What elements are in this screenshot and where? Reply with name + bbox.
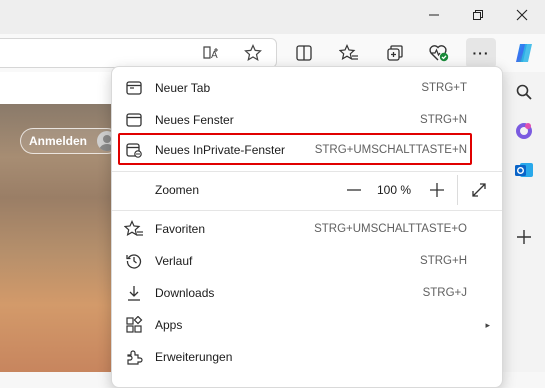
download-icon bbox=[124, 283, 144, 303]
highlight-box bbox=[118, 133, 472, 165]
menu-item-label: Verlauf bbox=[155, 254, 193, 268]
split-screen-icon bbox=[295, 44, 313, 62]
more-icon: ··· bbox=[472, 45, 490, 61]
menu-divider bbox=[112, 210, 502, 211]
favorites-icon bbox=[124, 219, 144, 239]
settings-menu: Neuer Tab STRG+T Neues Fenster STRG+N Ne… bbox=[111, 66, 503, 388]
menu-item-label: Zoomen bbox=[155, 182, 200, 197]
fullscreen-button[interactable] bbox=[467, 178, 491, 202]
favorite-star-icon bbox=[244, 44, 262, 62]
copilot-button[interactable] bbox=[509, 38, 539, 68]
add-icon bbox=[516, 229, 532, 250]
menu-item-label: Apps bbox=[155, 318, 183, 332]
menu-item-shortcut: STRG+H bbox=[420, 255, 467, 267]
signin-label: Anmelden bbox=[29, 134, 88, 148]
menu-item-shortcut: STRG+N bbox=[420, 114, 467, 126]
sidebar bbox=[500, 72, 545, 372]
shopping-icon bbox=[514, 121, 534, 146]
browser-essentials-button[interactable] bbox=[424, 38, 454, 68]
restore-icon bbox=[472, 8, 484, 26]
close-icon bbox=[516, 8, 528, 26]
menu-item-zoom: Zoomen 100 % bbox=[112, 173, 502, 206]
address-bar[interactable] bbox=[0, 38, 277, 68]
close-button[interactable] bbox=[500, 0, 544, 34]
more-button[interactable]: ··· bbox=[466, 38, 496, 68]
menu-item-shortcut: STRG+UMSCHALTTASTE+O bbox=[314, 223, 467, 235]
menu-item-label: Neuer Tab bbox=[155, 81, 211, 95]
split-screen-button[interactable] bbox=[289, 38, 319, 68]
collections-button[interactable] bbox=[380, 38, 410, 68]
outlook-icon bbox=[514, 160, 534, 185]
copilot-icon bbox=[513, 42, 535, 64]
zoom-in-button[interactable] bbox=[428, 181, 446, 199]
zoom-separator bbox=[457, 174, 458, 205]
menu-item-label: Favoriten bbox=[155, 222, 206, 236]
extensions-icon bbox=[124, 347, 144, 367]
sidebar-shopping-button[interactable] bbox=[512, 121, 536, 145]
collections-icon bbox=[386, 44, 404, 62]
menu-item-apps[interactable]: Apps ▸ bbox=[112, 309, 502, 341]
zoom-value: 100 % bbox=[377, 182, 412, 197]
favorites-icon bbox=[339, 44, 359, 62]
search-icon bbox=[515, 83, 533, 106]
menu-item-label: Neues Fenster bbox=[155, 113, 234, 127]
menu-item-new-window[interactable]: Neues Fenster STRG+N bbox=[112, 104, 502, 136]
favorites-button[interactable] bbox=[334, 38, 364, 68]
reader-view-icon: A bbox=[202, 44, 222, 62]
menu-item-extensions[interactable]: Erweiterungen bbox=[112, 341, 502, 373]
new-tab-icon bbox=[124, 78, 144, 98]
sidebar-outlook-button[interactable] bbox=[512, 160, 536, 184]
minimize-button[interactable] bbox=[412, 0, 456, 34]
restore-button[interactable] bbox=[456, 0, 500, 34]
browser-essentials-icon bbox=[428, 43, 450, 63]
menu-item-new-tab[interactable]: Neuer Tab STRG+T bbox=[112, 72, 502, 104]
minimize-icon bbox=[428, 8, 440, 26]
menu-item-favorites[interactable]: Favoriten STRG+UMSCHALTTASTE+O bbox=[112, 213, 502, 245]
svg-text:A: A bbox=[211, 50, 218, 61]
sidebar-search-button[interactable] bbox=[512, 82, 536, 106]
submenu-arrow-icon: ▸ bbox=[485, 319, 490, 330]
sidebar-add-button[interactable] bbox=[512, 227, 536, 251]
zoom-out-button[interactable] bbox=[345, 181, 363, 199]
history-icon bbox=[124, 251, 144, 271]
menu-item-downloads[interactable]: Downloads STRG+J bbox=[112, 277, 502, 309]
menu-item-label: Erweiterungen bbox=[155, 350, 233, 364]
reader-view-button[interactable]: A bbox=[197, 38, 227, 68]
menu-divider bbox=[112, 171, 502, 172]
menu-item-history[interactable]: Verlauf STRG+H bbox=[112, 245, 502, 277]
apps-icon bbox=[124, 315, 144, 335]
menu-item-shortcut: STRG+J bbox=[422, 287, 467, 299]
add-favorite-button[interactable] bbox=[238, 38, 268, 68]
menu-item-label: Downloads bbox=[155, 286, 215, 300]
menu-item-shortcut: STRG+T bbox=[421, 82, 467, 94]
signin-button[interactable]: Anmelden bbox=[20, 128, 120, 154]
title-bar bbox=[0, 0, 545, 34]
new-window-icon bbox=[124, 110, 144, 130]
